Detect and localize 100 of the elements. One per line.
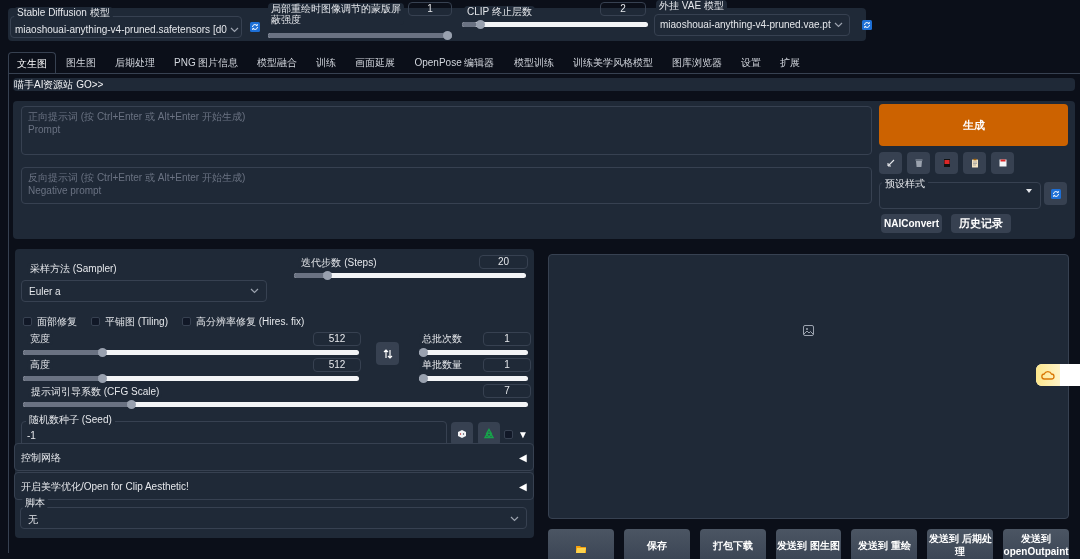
folder-icon <box>575 545 586 553</box>
checkbox[interactable] <box>504 429 514 439</box>
slider-thumb[interactable] <box>476 20 486 29</box>
output-button[interactable]: 保存 <box>623 529 690 559</box>
tool-button[interactable] <box>907 152 930 174</box>
folder-button[interactable] <box>548 529 614 559</box>
refresh-icon[interactable] <box>250 21 260 32</box>
number-field[interactable]: 2 <box>600 2 646 16</box>
field-label: CLIP 终止层数 <box>464 6 535 18</box>
chevron-icon <box>229 26 239 33</box>
swap-icon <box>382 348 393 359</box>
output-button[interactable]: 发送到 图生图 <box>775 529 842 559</box>
tab[interactable]: 模型训练 <box>504 52 563 73</box>
expand-toggle[interactable]: ▼ <box>518 426 528 442</box>
swap-button[interactable] <box>376 342 399 365</box>
chevron-icon <box>510 516 519 522</box>
script-dropdown[interactable]: 无 <box>20 507 527 529</box>
refresh-button[interactable] <box>1044 182 1067 205</box>
slider[interactable] <box>419 376 528 381</box>
number-field[interactable]: 1 <box>408 2 452 16</box>
output-button[interactable]: 打包下载 <box>699 529 766 559</box>
slider-thumb[interactable] <box>323 271 333 280</box>
number-field[interactable]: 512 <box>313 332 361 346</box>
tab[interactable]: 模型融合 <box>248 52 307 73</box>
tab[interactable]: 训练美学风格模型 <box>563 52 662 73</box>
tab[interactable]: 图生图 <box>57 52 105 73</box>
prompt-field[interactable]: 正向提示词 (按 Ctrl+Enter 或 Alt+Enter 开始生成) Prompt <box>21 106 872 155</box>
slider[interactable] <box>419 350 528 355</box>
checkbox-label: 高分辨率修复 (Hires. fix) <box>195 315 305 329</box>
slider[interactable] <box>23 376 359 381</box>
accordion-header[interactable]: 控制网络 ◀ <box>14 443 534 471</box>
collapse-arrow: ◀ <box>519 450 527 465</box>
refresh-icon[interactable] <box>1050 188 1061 199</box>
dropdown-value: miaoshouai-anything-v4-pruned.safetensors [d0 <box>15 23 227 36</box>
tab[interactable]: OpenPose 编辑器 <box>405 52 504 73</box>
number-field[interactable]: 7 <box>483 384 531 398</box>
checkbox[interactable] <box>91 317 100 326</box>
slider[interactable] <box>23 402 528 407</box>
banner-link[interactable]: 喵手AI资源站 GO>> <box>13 78 1075 91</box>
dice-icon <box>457 429 468 439</box>
cloud-button[interactable] <box>1036 364 1080 386</box>
tab[interactable]: 训练 <box>307 52 346 73</box>
slider-thumb[interactable] <box>127 400 137 409</box>
slider-thumb[interactable] <box>98 348 108 357</box>
tab[interactable]: 文生图 <box>8 52 56 73</box>
number-field[interactable]: 512 <box>313 358 361 372</box>
checkbox-label: 面部修复 <box>37 315 77 329</box>
chevron-icon <box>834 21 843 28</box>
tab[interactable]: 画面延展 <box>346 52 405 73</box>
image-icon <box>803 325 814 336</box>
field-label: 高度 <box>27 359 53 371</box>
tool-button[interactable] <box>991 152 1014 174</box>
dice-button[interactable] <box>451 422 474 446</box>
field-label: 随机数种子 (Seed) <box>26 414 115 426</box>
field-label: 单批数量 <box>419 359 465 371</box>
history-button[interactable]: 历史记录 <box>951 214 1011 233</box>
caret-icon <box>1026 189 1032 193</box>
dropdown-value: 无 <box>28 512 38 527</box>
dropdown-value: Euler a <box>29 284 61 299</box>
field-label: Stable Diffusion 模型 <box>14 6 113 19</box>
generate-button[interactable]: 生成 <box>879 104 1068 146</box>
collapse-arrow: ◀ <box>519 479 527 494</box>
slider[interactable] <box>462 22 648 27</box>
tab[interactable]: 设置 <box>731 52 770 73</box>
field-label: 总批次数 <box>419 333 465 345</box>
slider[interactable] <box>23 350 359 355</box>
accordion-title: 开启美学优化/Open for Clip Aesthetic! <box>21 479 189 494</box>
checkbox-label: 平铺图 (Tiling) <box>105 315 168 329</box>
number-field[interactable]: 1 <box>483 358 531 372</box>
number-field[interactable]: 20 <box>479 255 528 269</box>
slider-thumb[interactable] <box>419 348 428 357</box>
tab[interactable]: 图库浏览器 <box>662 52 731 73</box>
tab[interactable]: 扩展 <box>770 52 809 73</box>
output-button[interactable]: 发送到 后期处理 <box>927 529 994 559</box>
tool-button[interactable] <box>963 152 986 174</box>
prompt-field[interactable]: 反向提示词 (按 Ctrl+Enter 或 Alt+Enter 开始生成) Negative prompt <box>21 167 872 204</box>
checkbox[interactable] <box>181 317 191 326</box>
output-button[interactable]: 发送到 openOutpaint <box>1003 529 1069 559</box>
field-value: -1 <box>27 429 36 443</box>
convert-button[interactable]: NAIConvert <box>881 214 942 233</box>
vae-dropdown[interactable]: miaoshouai-anything-v4-pruned.vae.pt <box>654 13 850 36</box>
field-label: 外挂 VAE 模型 <box>656 0 727 12</box>
cloud-icon <box>1041 370 1055 380</box>
recycle-button[interactable] <box>478 422 501 446</box>
slider-thumb[interactable] <box>419 374 428 383</box>
slider-thumb[interactable] <box>443 31 452 40</box>
output-button[interactable]: 发送到 重绘 <box>851 529 918 559</box>
number-field[interactable]: 1 <box>483 332 531 346</box>
accordion-title: 控制网络 <box>21 450 61 465</box>
tool-button[interactable] <box>879 152 902 174</box>
slider[interactable] <box>268 33 452 38</box>
tab[interactable]: PNG 图片信息 <box>165 52 248 73</box>
refresh-icon[interactable] <box>862 19 872 30</box>
tab[interactable]: 后期处理 <box>106 52 164 73</box>
slider-thumb[interactable] <box>98 374 108 383</box>
slider[interactable] <box>294 273 527 278</box>
checkbox[interactable] <box>23 317 32 326</box>
field-label: 脚本 <box>22 497 48 509</box>
sampler-dropdown[interactable]: Euler a <box>21 280 268 302</box>
field-label: 宽度 <box>27 333 53 345</box>
